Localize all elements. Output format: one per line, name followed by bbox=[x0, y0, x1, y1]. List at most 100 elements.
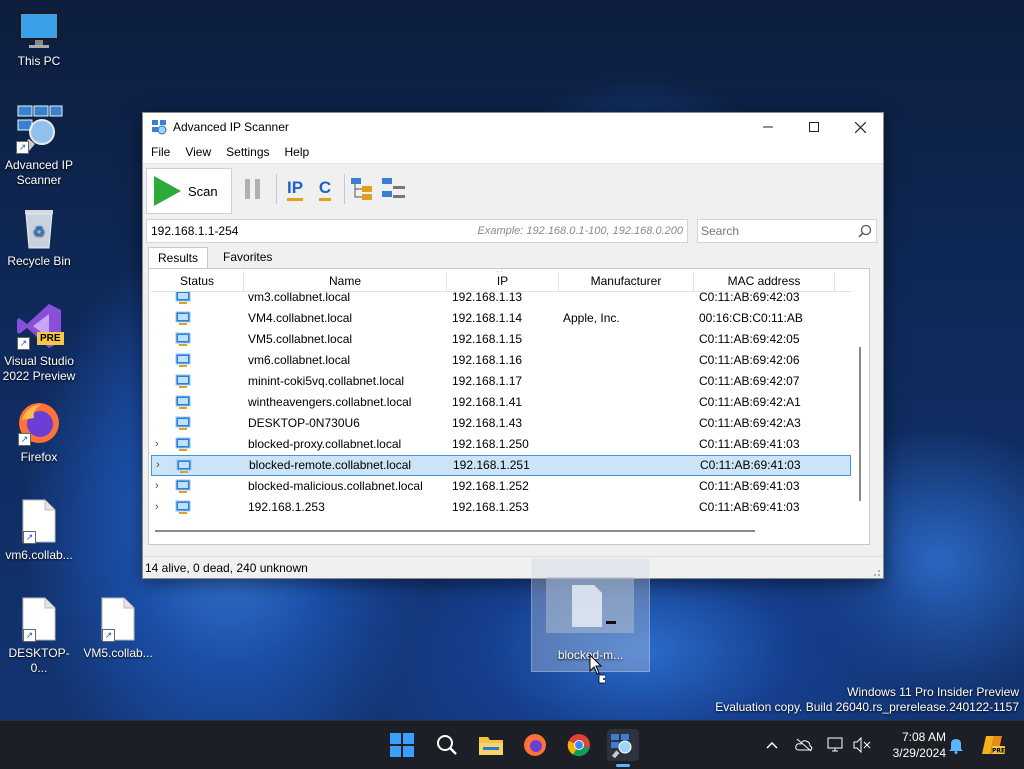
search-input[interactable]: Search bbox=[697, 219, 877, 243]
expand-all-button[interactable] bbox=[349, 174, 377, 204]
scroll-thumb[interactable] bbox=[859, 347, 861, 501]
table-row[interactable]: VM5.collabnet.local 192.168.1.15 C0:11:AB:… bbox=[151, 329, 851, 350]
cell-name: blocked-proxy.collabnet.local bbox=[248, 437, 402, 451]
cell-ip: 192.168.1.15 bbox=[452, 332, 523, 346]
scroll-thumb[interactable] bbox=[155, 530, 755, 532]
desktop-icon-recycle-bin[interactable]: ♻ Recycle Bin bbox=[1, 206, 77, 269]
cell-name: VM4.collabnet.local bbox=[248, 311, 353, 325]
taskbar-advanced-ip-scanner[interactable] bbox=[607, 729, 639, 767]
shortcut-arrow-icon: ↗ bbox=[102, 629, 115, 642]
vertical-scrollbar[interactable] bbox=[855, 271, 865, 521]
table-row[interactable]: DESKTOP-0N730U6 192.168.1.43 C0:11:AB:69:4… bbox=[151, 413, 851, 434]
cell-ip: 192.168.1.41 bbox=[452, 395, 523, 409]
notifications-button[interactable] bbox=[946, 735, 966, 755]
maximize-button[interactable] bbox=[791, 113, 837, 141]
results-grid: vm3.collabnet.local 192.168.1.13 C0:11:AB:… bbox=[151, 271, 865, 539]
table-row[interactable]: vm6.collabnet.local 192.168.1.16 C0:11:AB:… bbox=[151, 350, 851, 371]
tab-favorites[interactable]: Favorites bbox=[214, 247, 281, 268]
column-manufacturer[interactable]: Manufacturer bbox=[559, 271, 694, 291]
tab-results[interactable]: Results bbox=[148, 247, 209, 269]
scan-button[interactable]: Scan bbox=[146, 168, 232, 214]
table-row[interactable]: › 192.168.1.253 192.168.1.253 C0:11:AB:69:4… bbox=[151, 497, 851, 518]
desktop-icon-label: VM5.collab... bbox=[83, 646, 153, 660]
cloud-off-icon bbox=[795, 738, 813, 752]
expand-chevron-icon[interactable]: › bbox=[156, 456, 160, 475]
expand-chevron-icon[interactable]: › bbox=[155, 434, 159, 455]
computer-status-icon bbox=[175, 353, 191, 367]
taskbar-search-button[interactable] bbox=[431, 729, 463, 761]
clock[interactable]: 7:08 AM 3/29/2024 bbox=[880, 729, 946, 761]
taskbar-firefox[interactable] bbox=[519, 729, 551, 761]
table-row[interactable]: minint-coki5vq.collabnet.local 192.168.1.… bbox=[151, 371, 851, 392]
title-bar[interactable]: Advanced IP Scanner bbox=[143, 113, 883, 141]
desktop-icon-this-pc[interactable]: This PC bbox=[1, 10, 77, 69]
volume-muted-icon bbox=[853, 737, 871, 753]
start-button[interactable] bbox=[386, 729, 418, 761]
column-mac[interactable]: MAC address bbox=[694, 271, 835, 291]
expand-tree-icon bbox=[351, 178, 372, 200]
desktop-icon-vm5-file[interactable]: ↗ VM5.collab... bbox=[80, 596, 156, 661]
desktop-icon-advanced-ip-scanner[interactable]: ↗ Advanced IP Scanner bbox=[1, 104, 77, 188]
pre-badge: PRE bbox=[37, 332, 64, 345]
volume-status[interactable] bbox=[852, 735, 872, 755]
minimize-icon bbox=[763, 126, 773, 128]
table-row[interactable]: › blocked-proxy.collabnet.local 192.168.1.… bbox=[151, 434, 851, 455]
table-row[interactable]: › blocked-remote.collabnet.local 192.168.1… bbox=[151, 455, 851, 476]
horizontal-scrollbar[interactable] bbox=[151, 526, 855, 536]
onedrive-status[interactable] bbox=[794, 735, 814, 755]
network-status[interactable] bbox=[826, 735, 846, 755]
expand-chevron-icon[interactable]: › bbox=[155, 476, 159, 497]
computer-status-icon bbox=[175, 437, 191, 451]
copilot-button[interactable]: PRE bbox=[980, 735, 1006, 755]
shortcut-arrow-icon: ↗ bbox=[17, 337, 30, 350]
network-scanner-icon: ↗ bbox=[14, 104, 64, 154]
menu-view[interactable]: View bbox=[185, 145, 211, 159]
pause-button[interactable] bbox=[241, 174, 265, 204]
app-icon bbox=[152, 120, 167, 135]
cell-mac: C0:11:AB:69:41:03 bbox=[699, 437, 800, 451]
desktop-icon-firefox[interactable]: ↗ Firefox bbox=[1, 400, 77, 465]
computer-status-icon bbox=[175, 479, 191, 493]
show-hidden-icons-button[interactable] bbox=[762, 735, 782, 755]
cell-ip: 192.168.1.250 bbox=[452, 437, 529, 451]
computer-status-icon bbox=[175, 395, 191, 409]
shortcut-arrow-icon: ↗ bbox=[18, 433, 31, 446]
resize-grip-icon[interactable] bbox=[871, 567, 881, 577]
column-ip[interactable]: ^ IP bbox=[447, 271, 559, 291]
computer-status-icon bbox=[175, 374, 191, 388]
toolbar-separator bbox=[344, 174, 345, 204]
cell-ip: 192.168.1.17 bbox=[452, 374, 523, 388]
close-button[interactable] bbox=[837, 113, 883, 141]
minimize-button[interactable] bbox=[745, 113, 791, 141]
table-row[interactable]: › blocked-malicious.collabnet.local 192.16… bbox=[151, 476, 851, 497]
cell-name: minint-coki5vq.collabnet.local bbox=[248, 374, 405, 388]
results-rows: vm3.collabnet.local 192.168.1.13 C0:11:AB:… bbox=[151, 287, 851, 518]
ip-range-input[interactable]: 192.168.1.1-254 Example: 192.168.0.1-100… bbox=[146, 219, 688, 243]
cell-ip: 192.168.1.252 bbox=[452, 479, 529, 493]
search-icon bbox=[437, 735, 457, 755]
column-status[interactable]: Status bbox=[151, 271, 244, 291]
desktop-icon-label: Firefox bbox=[20, 450, 58, 464]
menu-help[interactable]: Help bbox=[285, 145, 310, 159]
column-name[interactable]: Name bbox=[244, 271, 447, 291]
menu-file[interactable]: File bbox=[151, 145, 170, 159]
desktop-icon-vm6-file[interactable]: ↗ vm6.collab... bbox=[1, 498, 77, 563]
table-row[interactable]: wintheavengers.collabnet.local 192.168.1.… bbox=[151, 392, 851, 413]
cell-ip: 192.168.1.251 bbox=[453, 458, 530, 472]
expand-chevron-icon[interactable]: › bbox=[155, 497, 159, 518]
ip-range-button[interactable]: IP bbox=[283, 174, 307, 204]
scan-label: Scan bbox=[188, 183, 218, 199]
menu-settings[interactable]: Settings bbox=[226, 145, 269, 159]
collapse-all-button[interactable] bbox=[380, 174, 408, 204]
table-row[interactable]: VM4.collabnet.local 192.168.1.14 Apple, In… bbox=[151, 308, 851, 329]
desktop-icon-desktop-file[interactable]: ↗ DESKTOP-0... bbox=[1, 596, 77, 676]
clock-time: 7:08 AM bbox=[901, 730, 946, 744]
taskbar-file-explorer[interactable] bbox=[475, 729, 507, 761]
taskbar-chrome[interactable] bbox=[563, 729, 595, 761]
subnet-c-button[interactable]: C bbox=[313, 174, 337, 204]
desktop-icon-visual-studio[interactable]: PRE ↗ Visual Studio 2022 Preview bbox=[1, 302, 77, 384]
shortcut-arrow-icon: ↗ bbox=[23, 629, 36, 642]
sort-ascending-icon: ^ bbox=[497, 271, 502, 278]
mouse-cursor-icon bbox=[589, 654, 605, 684]
maximize-icon bbox=[809, 122, 819, 132]
